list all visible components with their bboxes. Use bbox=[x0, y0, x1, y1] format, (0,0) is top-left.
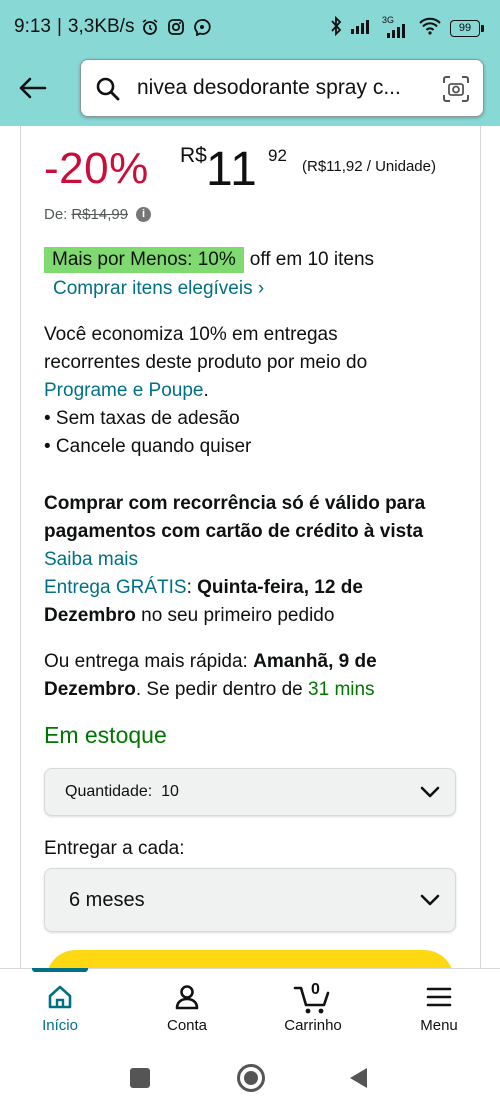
recurrence-notice: Comprar com recorrência só é válido para… bbox=[44, 493, 426, 626]
bluetooth-icon bbox=[330, 15, 342, 41]
search-header: nivea desodorante spray c... bbox=[0, 56, 500, 126]
search-icon bbox=[96, 77, 120, 101]
promo-text: off em 10 itens bbox=[249, 249, 375, 270]
wifi-icon bbox=[418, 17, 442, 40]
quantity-select[interactable]: Quantidade: 10 bbox=[44, 768, 456, 816]
network-speed: 3,3KB/s bbox=[67, 16, 135, 37]
camera-scan-icon[interactable] bbox=[441, 74, 471, 104]
messenger-icon bbox=[192, 17, 212, 37]
learn-more-link[interactable]: Saiba mais bbox=[44, 546, 425, 574]
countdown-time: 31 mins bbox=[308, 679, 375, 700]
subscribe-save-link[interactable]: Programe e Poupe bbox=[44, 380, 204, 401]
price-cents: 92 bbox=[268, 146, 287, 165]
search-query-text: nivea desodorante spray c... bbox=[137, 76, 401, 99]
discount-percentage: -20% bbox=[44, 144, 149, 193]
battery-icon: 99 bbox=[450, 20, 484, 37]
delivery-frequency-label: Entregar a cada: bbox=[44, 838, 185, 859]
recents-button[interactable] bbox=[130, 1068, 150, 1088]
active-tab-indicator bbox=[32, 968, 88, 972]
signal-icon bbox=[350, 17, 374, 40]
benefit-item: • Sem taxas de adesão bbox=[44, 408, 240, 429]
back-arrow-icon bbox=[19, 77, 47, 99]
unit-price: (R$11,92 / Unidade) bbox=[302, 158, 436, 175]
fast-delivery-info: Ou entrega mais rápida: Amanhã, 9 de Dez… bbox=[44, 651, 377, 700]
back-button[interactable] bbox=[14, 70, 50, 106]
home-icon bbox=[48, 985, 72, 1009]
delivery-frequency-select[interactable]: 6 meses bbox=[44, 868, 456, 932]
system-navigation-bar bbox=[0, 1046, 500, 1111]
price-currency: R$ bbox=[180, 144, 207, 167]
nav-home[interactable]: Início bbox=[10, 979, 110, 1043]
status-bar: 9:13 | 3,3KB/s 3G 99 bbox=[0, 0, 500, 56]
price-whole: 11 bbox=[206, 143, 258, 196]
nav-cart[interactable]: 0 Carrinho bbox=[263, 979, 363, 1043]
alarm-icon bbox=[140, 17, 160, 37]
status-time: 9:13 bbox=[14, 16, 51, 37]
eligible-items-link[interactable]: Comprar itens elegíveis › bbox=[53, 278, 264, 300]
signal-3g-icon: 3G bbox=[382, 15, 410, 39]
free-delivery-link[interactable]: Entrega GRÁTIS bbox=[44, 577, 187, 598]
frequency-value: 6 meses bbox=[69, 889, 145, 911]
nav-account[interactable]: Conta bbox=[137, 979, 237, 1043]
account-icon bbox=[175, 985, 199, 1010]
search-input[interactable]: nivea desodorante spray c... bbox=[80, 59, 484, 117]
nav-menu[interactable]: Menu bbox=[389, 979, 489, 1043]
quantity-value: 10 bbox=[161, 783, 179, 800]
price-row: -20% R$ 11 92 (R$11,92 / Unidade) bbox=[44, 140, 464, 200]
chevron-down-icon bbox=[420, 786, 440, 798]
benefit-item: • Cancele quando quiser bbox=[44, 436, 252, 457]
list-price-value: R$14,99 bbox=[71, 206, 129, 223]
back-system-icon[interactable] bbox=[347, 1066, 369, 1090]
home-system-button[interactable] bbox=[237, 1064, 265, 1092]
bottom-navigation: Início Conta 0 Carrinho Menu bbox=[0, 968, 500, 1046]
menu-icon bbox=[426, 987, 452, 1007]
promo-badge: Mais por Menos: 10% bbox=[44, 247, 244, 273]
info-icon[interactable]: i bbox=[136, 207, 152, 222]
subscribe-savings-text: Você economiza 10% em entregas recorrent… bbox=[44, 321, 367, 461]
stock-status: Em estoque bbox=[44, 722, 167, 748]
promo-row: Mais por Menos: 10% off em 10 itens bbox=[44, 246, 374, 274]
instagram-icon bbox=[166, 17, 186, 37]
chevron-down-icon bbox=[420, 894, 440, 906]
list-price: De: R$14,99 i bbox=[44, 206, 152, 223]
cart-count-badge: 0 bbox=[311, 981, 320, 998]
